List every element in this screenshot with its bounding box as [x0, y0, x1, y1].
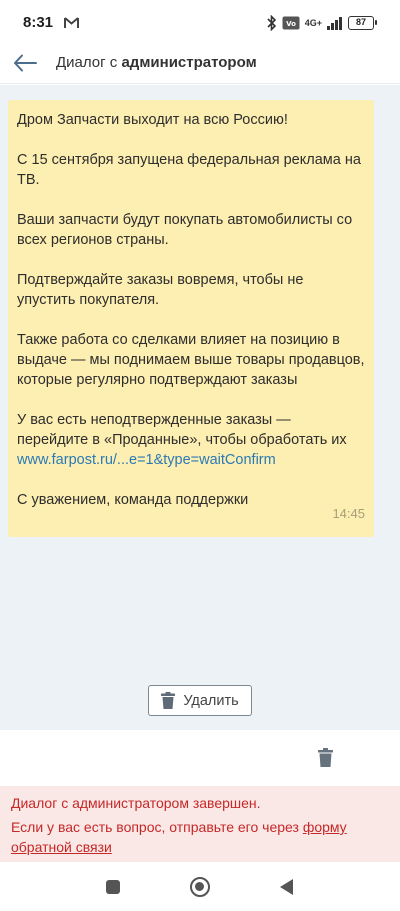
home-button[interactable] [190, 877, 210, 897]
notice-text: Если у вас есть вопрос, отправьте его че… [11, 819, 303, 835]
svg-text:Vo: Vo [286, 20, 296, 28]
page-title: Диалог с администратором [56, 54, 257, 71]
message-bubble: Дром Запчасти выходит на всю Россию! С 1… [8, 100, 374, 537]
message-link[interactable]: www.farpost.ru/...e=1&type=waitConfirm [17, 452, 276, 468]
dialog-closed-notice: Диалог с администратором завершен. Если … [0, 786, 400, 862]
bluetooth-icon [267, 15, 276, 31]
battery-level: 87 [355, 17, 366, 27]
status-bar: 8:31 Vo 4G+ 87 [0, 0, 400, 44]
trash-icon [161, 692, 176, 709]
notice-body: Если у вас есть вопрос, отправьте его че… [11, 817, 389, 857]
title-prefix: Диалог с [56, 54, 118, 71]
notice-title: Диалог с администратором завершен. [11, 795, 261, 811]
battery-icon: 87 [348, 16, 377, 30]
back-button[interactable] [10, 48, 40, 78]
system-back-button[interactable] [280, 879, 293, 895]
signal-icon [327, 17, 342, 30]
recents-button[interactable] [106, 880, 120, 894]
delete-button-label: Удалить [183, 692, 239, 709]
system-nav-bar [0, 862, 400, 911]
network-type: 4G+ [304, 18, 322, 28]
delete-button[interactable]: Удалить [148, 685, 252, 716]
message-paragraph: Ваши запчасти будут покупать автомобилис… [17, 212, 353, 248]
message-time: 14:45 [332, 506, 365, 521]
message-paragraph: Подтверждайте заказы вовремя, чтобы не у… [17, 272, 304, 308]
message-paragraph: Дром Запчасти выходит на всю Россию! [17, 112, 288, 128]
message-text: У вас есть неподтвержденные заказы — пер… [17, 412, 347, 448]
message-paragraph: У вас есть неподтвержденные заказы — пер… [17, 410, 365, 470]
message-signature: С уважением, команда поддержки [17, 492, 249, 508]
volte-icon: Vo [282, 16, 300, 30]
chat-area[interactable]: Дром Запчасти выходит на всю Россию! С 1… [0, 85, 400, 730]
gmail-icon [64, 17, 79, 28]
trash-icon[interactable] [318, 748, 333, 767]
input-area [0, 730, 400, 786]
status-icons: Vo 4G+ 87 [267, 14, 377, 32]
status-time: 8:31 [23, 14, 54, 31]
message-paragraph: Также работа со сделками влияет на позиц… [17, 332, 365, 388]
title-bold: администратором [121, 54, 257, 71]
back-arrow-icon [14, 54, 37, 72]
header: Диалог с администратором [0, 44, 400, 84]
message-paragraph: С 15 сентября запущена федеральная рекла… [17, 152, 361, 188]
